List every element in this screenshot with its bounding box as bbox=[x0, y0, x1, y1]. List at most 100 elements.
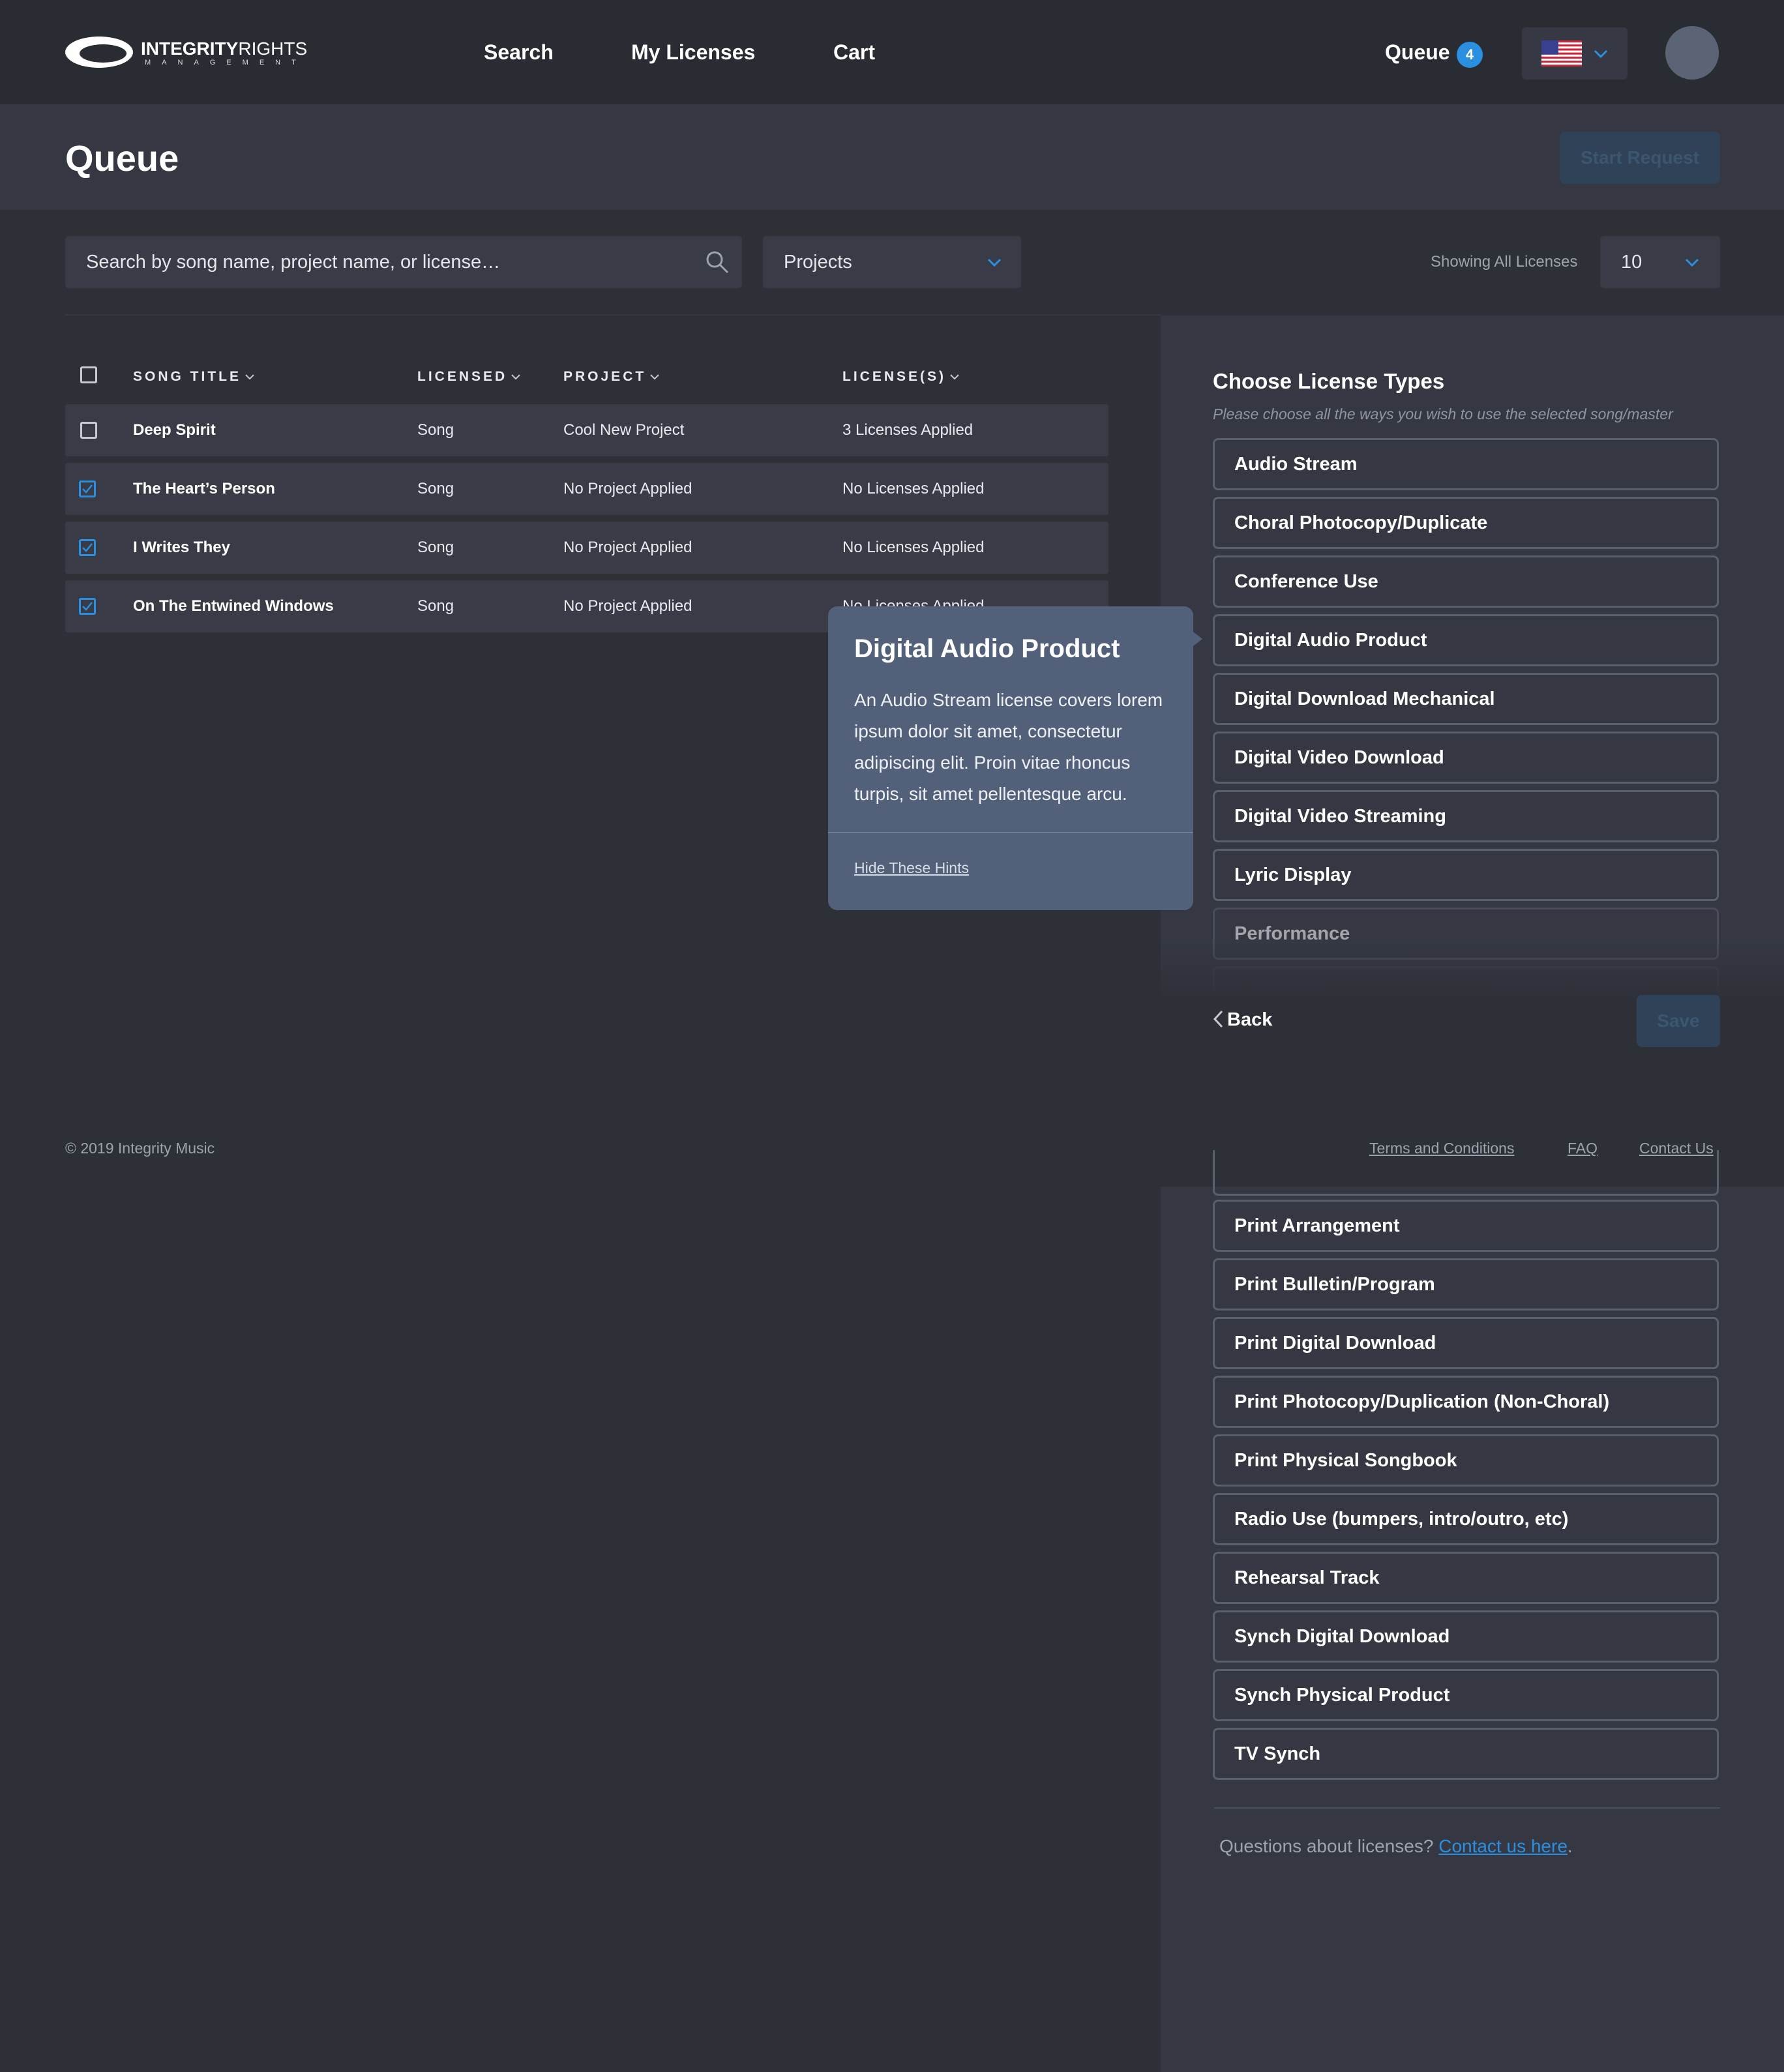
table-row[interactable]: The Heart’s Person Song No Project Appli… bbox=[65, 463, 1108, 515]
start-request-button[interactable]: Start Request bbox=[1560, 132, 1720, 184]
license-option-label: Lyric Display bbox=[1234, 865, 1352, 885]
license-option-rehearsal-track[interactable]: Rehearsal Track bbox=[1213, 1552, 1719, 1604]
column-header-label: LICENSE(S) bbox=[842, 369, 947, 384]
tooltip-divider bbox=[828, 832, 1193, 833]
license-option-label: Print Photocopy/Duplication (Non-Choral) bbox=[1234, 1391, 1610, 1412]
project-name: No Project Applied bbox=[563, 539, 692, 556]
license-option-label: Print Digital Download bbox=[1234, 1333, 1436, 1354]
license-option-clipped bbox=[1213, 1150, 1719, 1196]
language-selector[interactable] bbox=[1522, 27, 1628, 80]
column-header-licenses[interactable]: LICENSE(S) bbox=[842, 368, 959, 386]
licensed-type: Song bbox=[417, 597, 454, 615]
license-option-label: Synch Physical Product bbox=[1234, 1685, 1450, 1706]
licensed-type: Song bbox=[417, 539, 454, 556]
panel-divider bbox=[1214, 1807, 1720, 1809]
license-option-label: Audio Stream bbox=[1234, 454, 1358, 475]
column-header-label: LICENSED bbox=[417, 369, 508, 384]
back-button[interactable]: Back bbox=[1213, 1007, 1272, 1033]
user-avatar[interactable] bbox=[1665, 26, 1719, 80]
licenses-applied: No Licenses Applied bbox=[842, 539, 985, 556]
row-checkbox[interactable] bbox=[80, 422, 97, 439]
table-row[interactable]: I Writes They Song No Project Applied No… bbox=[65, 522, 1108, 574]
license-option-label: Rehearsal Track bbox=[1234, 1567, 1380, 1588]
license-option-print-arrangement[interactable]: Print Arrangement bbox=[1213, 1200, 1719, 1252]
license-option-lyric-display[interactable]: Lyric Display bbox=[1213, 849, 1719, 901]
column-header-song-title[interactable]: SONG TITLE bbox=[133, 368, 254, 386]
row-checkbox[interactable] bbox=[79, 598, 96, 615]
license-option-label: TV Synch bbox=[1234, 1743, 1321, 1764]
nav-queue[interactable]: Queue bbox=[1385, 39, 1450, 65]
chevron-down-icon bbox=[650, 374, 659, 380]
column-header-project[interactable]: PROJECT bbox=[563, 368, 659, 386]
nav-cart[interactable]: Cart bbox=[833, 39, 875, 65]
footer-copyright: © 2019 Integrity Music bbox=[65, 1140, 215, 1157]
license-option-synch-digital-download[interactable]: Synch Digital Download bbox=[1213, 1610, 1719, 1663]
us-flag-icon bbox=[1541, 40, 1582, 67]
license-option-digital-download-mechanical[interactable]: Digital Download Mechanical bbox=[1213, 673, 1719, 725]
search-icon[interactable] bbox=[704, 249, 730, 275]
checkmark-icon bbox=[82, 484, 93, 494]
license-option-audio-stream[interactable]: Audio Stream bbox=[1213, 438, 1719, 490]
project-name: No Project Applied bbox=[563, 597, 692, 615]
search-input[interactable] bbox=[86, 236, 673, 288]
chevron-down-icon bbox=[987, 258, 1002, 267]
search-box bbox=[65, 236, 742, 288]
license-option-label: Choral Photocopy/Duplicate bbox=[1234, 512, 1488, 533]
license-option-synch-physical-product[interactable]: Synch Physical Product bbox=[1213, 1669, 1719, 1721]
license-option-print-digital-download[interactable]: Print Digital Download bbox=[1213, 1317, 1719, 1369]
logo-wordmark: INTEGRITYRIGHTS bbox=[141, 38, 308, 59]
chevron-down-icon bbox=[950, 374, 959, 380]
license-option-label: Digital Video Download bbox=[1234, 747, 1444, 768]
license-option-print-photocopy[interactable]: Print Photocopy/Duplication (Non-Choral) bbox=[1213, 1376, 1719, 1428]
panel-subtitle: Please choose all the ways you wish to u… bbox=[1213, 406, 1673, 422]
chevron-down-icon bbox=[1685, 258, 1699, 267]
chevron-down-icon bbox=[511, 374, 520, 380]
hint-tooltip: Digital Audio Product An Audio Stream li… bbox=[828, 606, 1193, 910]
tooltip-title: Digital Audio Product bbox=[854, 634, 1120, 663]
song-title: I Writes They bbox=[133, 539, 230, 556]
contact-us-link[interactable]: Contact us here bbox=[1438, 1836, 1568, 1856]
license-option-digital-audio-product[interactable]: Digital Audio Product bbox=[1213, 614, 1719, 666]
chevron-down-icon bbox=[245, 374, 254, 380]
tooltip-body: An Audio Stream license covers lorem ips… bbox=[854, 690, 1163, 804]
select-all-checkbox[interactable] bbox=[80, 366, 97, 383]
column-header-label: SONG TITLE bbox=[133, 369, 241, 384]
license-option-digital-video-streaming[interactable]: Digital Video Streaming bbox=[1213, 790, 1719, 842]
licensed-type: Song bbox=[417, 421, 454, 439]
license-option-print-bulletin[interactable]: Print Bulletin/Program bbox=[1213, 1258, 1719, 1310]
license-option-choral-photocopy[interactable]: Choral Photocopy/Duplicate bbox=[1213, 497, 1719, 549]
per-page-dropdown[interactable]: 10 bbox=[1600, 236, 1720, 288]
queue-count-badge: 4 bbox=[1457, 42, 1483, 68]
page-title: Queue bbox=[65, 138, 179, 179]
license-option-label: Print Arrangement bbox=[1234, 1215, 1400, 1236]
row-checkbox[interactable] bbox=[79, 481, 96, 497]
page-header bbox=[0, 104, 1784, 210]
license-option-radio-use[interactable]: Radio Use (bumpers, intro/outro, etc) bbox=[1213, 1493, 1719, 1545]
license-option-label: Synch Digital Download bbox=[1234, 1626, 1450, 1647]
license-option-digital-video-download[interactable]: Digital Video Download bbox=[1213, 732, 1719, 784]
licenses-applied: No Licenses Applied bbox=[842, 480, 985, 497]
row-checkbox[interactable] bbox=[79, 539, 96, 556]
nav-search[interactable]: Search bbox=[484, 39, 554, 65]
projects-dropdown[interactable]: Projects bbox=[763, 236, 1021, 288]
checkmark-icon bbox=[82, 543, 93, 552]
license-option-label: Print Bulletin/Program bbox=[1234, 1274, 1435, 1295]
license-option-tv-synch[interactable]: TV Synch bbox=[1213, 1728, 1719, 1780]
hide-hints-link[interactable]: Hide These Hints bbox=[854, 858, 969, 878]
license-option-label: Radio Use (bumpers, intro/outro, etc) bbox=[1234, 1509, 1569, 1530]
per-page-value: 10 bbox=[1621, 252, 1643, 273]
project-name: Cool New Project bbox=[563, 421, 685, 439]
license-option-conference-use[interactable]: Conference Use bbox=[1213, 555, 1719, 608]
projects-dropdown-label: Projects bbox=[784, 252, 852, 273]
filters-divider bbox=[65, 314, 1161, 316]
license-option-label: Digital Video Streaming bbox=[1234, 806, 1446, 827]
column-header-label: PROJECT bbox=[563, 369, 647, 384]
license-option-print-physical-songbook[interactable]: Print Physical Songbook bbox=[1213, 1434, 1719, 1487]
questions-label: Questions about licenses? bbox=[1219, 1836, 1434, 1856]
column-header-licensed[interactable]: LICENSED bbox=[417, 368, 520, 386]
table-row[interactable]: Deep Spirit Song Cool New Project 3 Lice… bbox=[65, 404, 1108, 456]
logo[interactable]: INTEGRITYRIGHTS MANAGEMENT bbox=[64, 34, 312, 70]
showing-label: Showing All Licenses bbox=[1431, 253, 1578, 271]
save-button[interactable]: Save bbox=[1637, 995, 1720, 1047]
nav-my-licenses[interactable]: My Licenses bbox=[631, 39, 755, 65]
